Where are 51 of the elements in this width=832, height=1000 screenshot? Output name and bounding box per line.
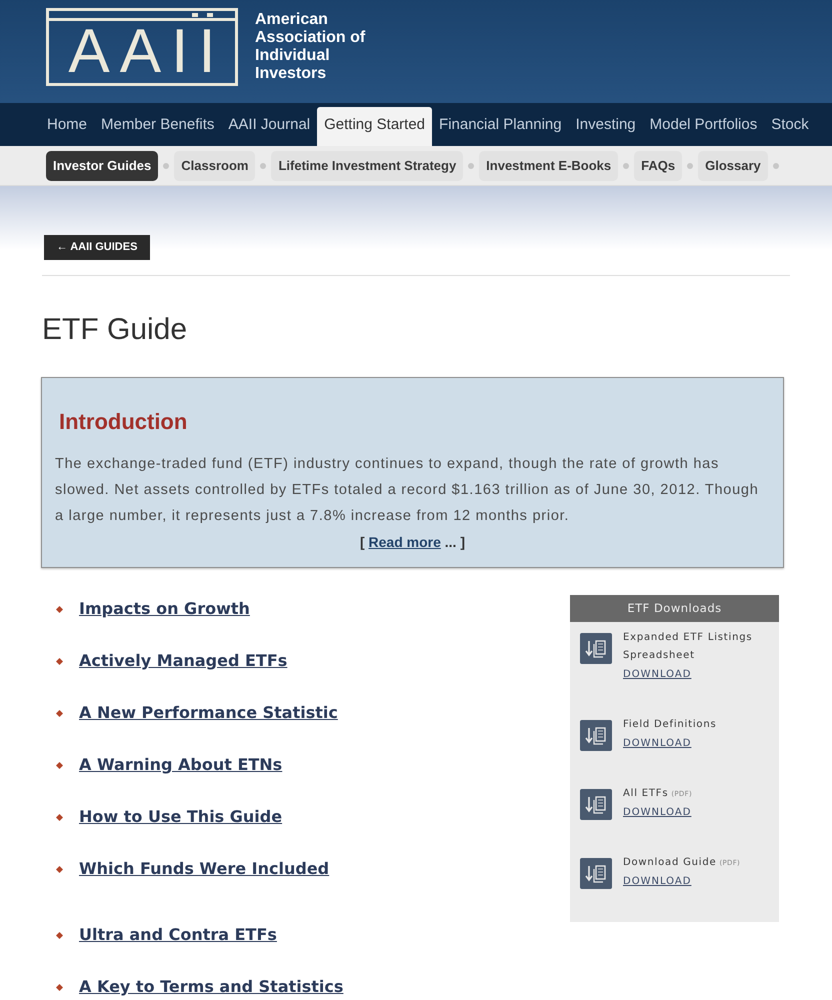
nav-tab[interactable]: Investing [568,107,643,146]
nav-tab[interactable]: Member Benefits [94,107,222,146]
nav-tab[interactable]: Financial Planning [432,107,569,146]
bullet-icon [56,606,63,613]
logo[interactable]: AAII [46,8,238,86]
nav-tab[interactable]: Stock [764,107,816,146]
download-link[interactable]: DOWNLOAD [623,872,692,892]
sub-nav-item[interactable]: Investment E-Books [479,150,618,180]
nav-tab[interactable]: Home [40,107,94,146]
bullet-icon [56,814,63,821]
intro-heading: Introduction [58,408,188,435]
bullet-icon [56,984,63,991]
download-title: All ETFs [623,788,668,800]
download-title: Expanded ETF Listings Spreadsheet [623,632,752,662]
page-title: ETF Guide [42,312,188,348]
topic-link[interactable]: Actively Managed ETFs [79,650,288,671]
back-button[interactable]: ← AAII GUIDES [44,234,150,260]
nav-tab[interactable]: AAII Journal [221,107,318,146]
download-icon [580,858,612,890]
bullet-icon [56,762,63,769]
topic-link[interactable]: How to Use This Guide [79,806,282,827]
topic-link[interactable]: Which Funds Were Included [79,858,330,879]
sub-nav-item[interactable]: Classroom [174,150,256,180]
download-title: Field Definitions [623,719,716,730]
organization-name: American Association of Individual Investors [255,11,366,83]
topic-link[interactable]: A Warning About ETNs [79,754,282,775]
download-link[interactable]: DOWNLOAD [623,804,692,822]
download-icon [580,720,612,752]
sub-nav-item[interactable]: FAQs [634,150,682,180]
sub-nav-item[interactable]: Lifetime Investment Strategy [271,150,464,180]
bullet-icon [56,710,63,717]
download-icon [580,789,612,820]
download-icon [580,632,612,664]
bullet-icon [56,932,63,939]
read-more-line: [ Read more ... ] [358,532,466,552]
nav-tab[interactable]: Model Portfolios [642,107,764,146]
sub-nav-item[interactable]: Investor Guides [46,150,158,180]
topic-link[interactable]: A Key to Terms and Statistics [79,976,344,997]
bullet-icon [56,658,63,665]
downloads-header: ETF Downloads [570,594,779,622]
topic-link[interactable]: Ultra and Contra ETFs [79,924,277,945]
download-title: Download Guide [623,857,716,868]
download-link[interactable]: DOWNLOAD [623,734,692,754]
topic-link[interactable]: A New Performance Statistic [79,702,338,723]
intro-paragraph: The exchange-traded fund (ETF) industry continues to expand, though the rate of growth has slowed. Net assets controlled by ETFs totaled a record $1.163 trillion as of June 30, 2012. Though a large number, it represents just a 7.8% increase from 12 months prior. [55,454,760,526]
read-more-link[interactable]: Read more [368,534,441,550]
topic-link[interactable]: Impacts on Growth [79,598,250,619]
bullet-icon [56,866,63,873]
sub-nav-item[interactable]: Glossary [698,150,768,180]
download-link[interactable]: DOWNLOAD [623,666,692,684]
nav-tab[interactable]: Getting Started [317,107,432,146]
